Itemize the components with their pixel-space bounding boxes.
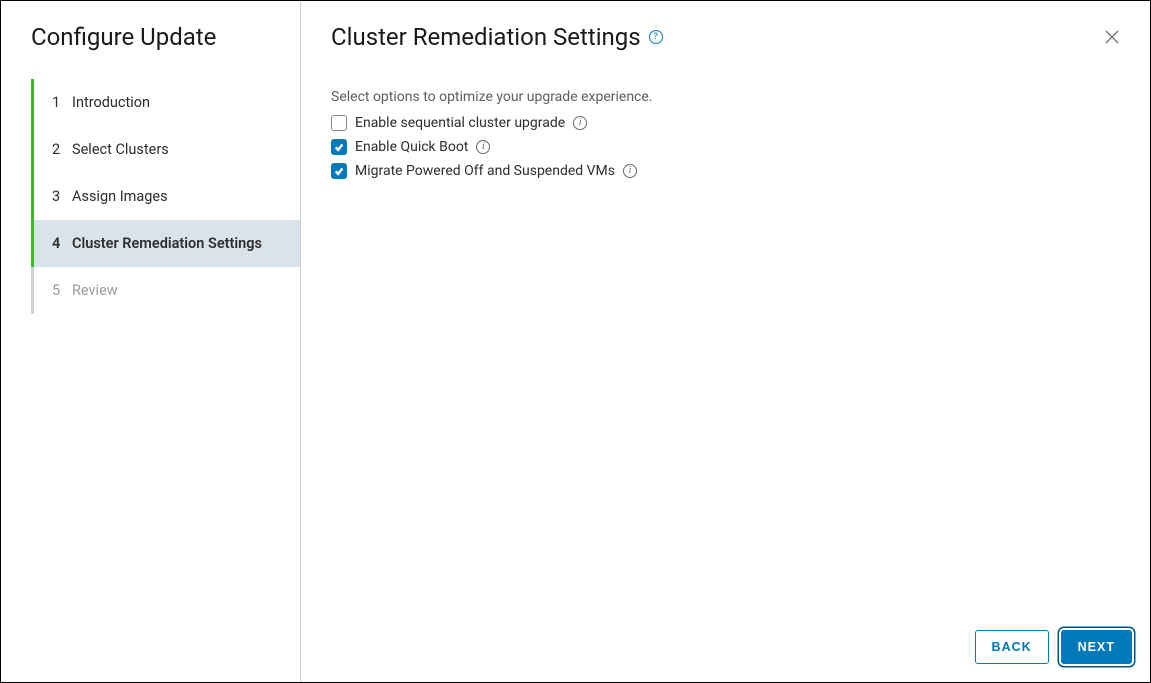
step-number: 1 [52,94,72,111]
page-title-text: Cluster Remediation Settings [331,23,641,51]
step-introduction[interactable]: 1 Introduction [31,79,300,126]
page-title: Cluster Remediation Settings ? [331,23,663,51]
step-number: 5 [52,282,72,299]
check-icon [334,142,344,152]
wizard-footer: BACK NEXT [301,614,1150,682]
wizard-steps: 1 Introduction 2 Select Clusters 3 Assig… [1,79,300,314]
close-button[interactable] [1102,27,1122,47]
checkbox-sequential-upgrade[interactable] [331,115,347,131]
wizard-sidebar: Configure Update 1 Introduction 2 Select… [1,1,301,682]
step-select-clusters[interactable]: 2 Select Clusters [31,126,300,173]
option-label[interactable]: Enable sequential cluster upgrade [355,115,565,131]
option-quick-boot: Enable Quick Boot i [331,139,1120,155]
step-review[interactable]: 5 Review [31,267,300,314]
main-content: Select options to optimize your upgrade … [301,51,1150,614]
step-number: 2 [52,141,72,158]
option-migrate-vms: Migrate Powered Off and Suspended VMs i [331,163,1120,179]
main-header: Cluster Remediation Settings ? [301,1,1150,51]
step-assign-images[interactable]: 3 Assign Images [31,173,300,220]
step-label: Introduction [72,94,162,111]
step-cluster-remediation-settings[interactable]: 4 Cluster Remediation Settings [31,220,300,267]
next-button[interactable]: NEXT [1061,630,1132,664]
step-number: 4 [52,235,72,252]
help-icon[interactable]: ? [649,30,663,44]
checkbox-migrate-vms[interactable] [331,163,347,179]
option-label[interactable]: Enable Quick Boot [355,139,468,155]
dialog-wizard: Configure Update 1 Introduction 2 Select… [1,1,1150,682]
sidebar-title: Configure Update [1,23,300,79]
info-icon[interactable]: i [573,116,587,130]
step-label: Cluster Remediation Settings [72,235,274,252]
back-button[interactable]: BACK [975,630,1049,664]
option-label[interactable]: Migrate Powered Off and Suspended VMs [355,163,615,179]
wizard-main: Cluster Remediation Settings ? Select op… [301,1,1150,682]
step-label: Assign Images [72,188,180,205]
step-label: Review [72,282,130,299]
option-sequential-upgrade: Enable sequential cluster upgrade i [331,115,1120,131]
check-icon [334,166,344,176]
info-icon[interactable]: i [623,164,637,178]
step-label: Select Clusters [72,141,181,158]
checkbox-quick-boot[interactable] [331,139,347,155]
info-icon[interactable]: i [476,140,490,154]
close-icon [1105,30,1119,44]
step-number: 3 [52,188,72,205]
content-description: Select options to optimize your upgrade … [331,89,1120,105]
